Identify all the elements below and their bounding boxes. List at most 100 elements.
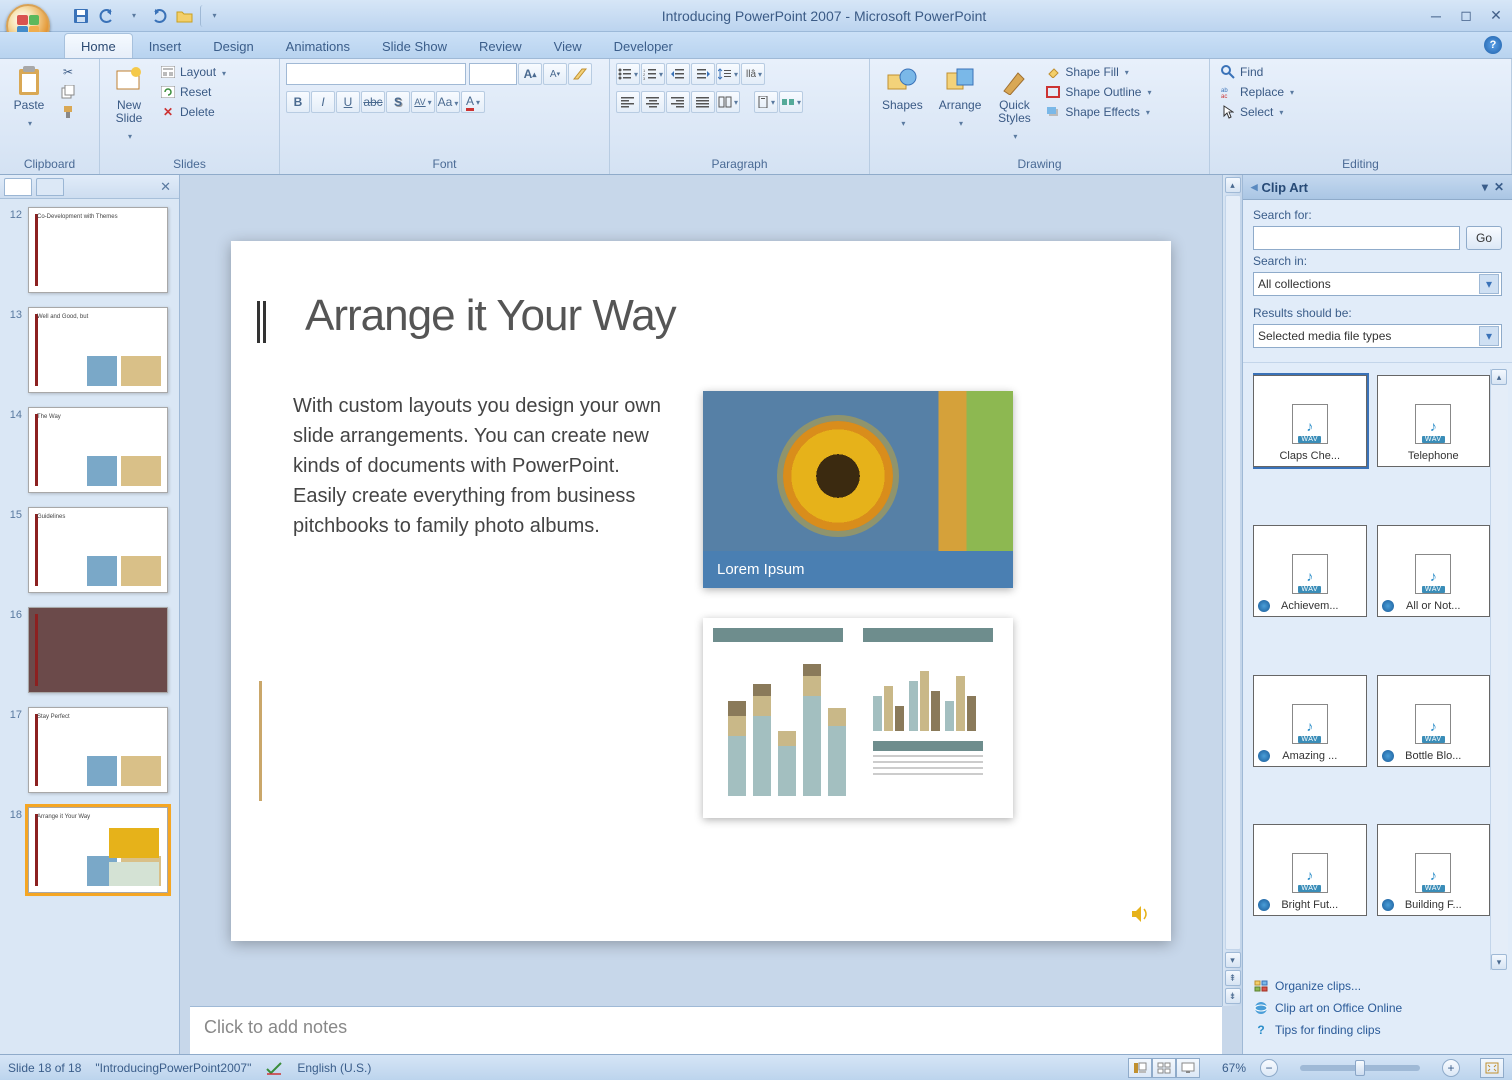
fit-window-button[interactable]	[1480, 1058, 1504, 1078]
replace-button[interactable]: abacReplace	[1216, 83, 1298, 101]
font-size-select[interactable]	[469, 63, 517, 85]
arrange-button[interactable]: Arrange	[933, 63, 988, 131]
slide-canvas[interactable]: Arrange it Your Way With custom layouts …	[231, 241, 1171, 941]
outline-tab[interactable]	[36, 178, 64, 196]
format-painter-button[interactable]	[56, 103, 80, 121]
shape-outline-button[interactable]: Shape Outline	[1041, 83, 1155, 101]
grow-font-button[interactable]: A▴	[518, 63, 542, 85]
layout-button[interactable]: Layout	[156, 63, 230, 81]
qat-customize[interactable]	[200, 5, 222, 27]
prev-slide[interactable]: ⇞	[1225, 970, 1241, 986]
thumbnail-15[interactable]: 15 Guidelines	[4, 507, 175, 593]
thumbnail-16[interactable]: 16	[4, 607, 175, 693]
clip-item-2[interactable]: WAV Achievem...	[1253, 525, 1367, 617]
thumbnail-17[interactable]: 17 Stay Perfect	[4, 707, 175, 793]
search-in-select[interactable]: All collections	[1253, 272, 1502, 296]
office-online-link[interactable]: Clip art on Office Online	[1253, 1000, 1502, 1016]
thumbnail-list[interactable]: 12 Co-Development with Themes 13 Well an…	[0, 199, 179, 1054]
tab-design[interactable]: Design	[197, 34, 269, 58]
thumbnail-14[interactable]: 14 The Way	[4, 407, 175, 493]
copy-button[interactable]	[56, 83, 80, 101]
taskpane-menu[interactable]: ▾	[1482, 180, 1488, 194]
save-icon[interactable]	[70, 5, 92, 27]
justify-button[interactable]	[691, 91, 715, 113]
bullets-button[interactable]	[616, 63, 640, 85]
zoom-in-button[interactable]: +	[1442, 1059, 1460, 1077]
align-center-button[interactable]	[641, 91, 665, 113]
tab-animations[interactable]: Animations	[270, 34, 366, 58]
cut-button[interactable]: ✂	[56, 63, 80, 81]
align-right-button[interactable]	[666, 91, 690, 113]
columns-button[interactable]	[716, 91, 740, 113]
language-status[interactable]: English (U.S.)	[297, 1061, 371, 1075]
bold-button[interactable]: B	[286, 91, 310, 113]
normal-view-button[interactable]	[1128, 1058, 1152, 1078]
smartart-button[interactable]	[779, 91, 803, 113]
new-slide-button[interactable]: New Slide	[106, 63, 152, 144]
tab-review[interactable]: Review	[463, 34, 538, 58]
zoom-thumb[interactable]	[1355, 1060, 1365, 1076]
close-button[interactable]: ✕	[1486, 7, 1506, 25]
zoom-slider[interactable]	[1300, 1065, 1420, 1071]
font-family-select[interactable]	[286, 63, 466, 85]
char-spacing-button[interactable]: AV	[411, 91, 435, 113]
decrease-indent-button[interactable]	[666, 63, 690, 85]
line-spacing-button[interactable]	[716, 63, 740, 85]
text-direction-button[interactable]: llâ	[741, 63, 765, 85]
increase-indent-button[interactable]	[691, 63, 715, 85]
numbering-button[interactable]: 123	[641, 63, 665, 85]
reset-button[interactable]: Reset	[156, 83, 230, 101]
sound-icon[interactable]	[1129, 903, 1151, 925]
next-slide[interactable]: ⇟	[1225, 988, 1241, 1004]
clipart-results[interactable]: WAV Claps Che... WAV Telephone WAV Achie…	[1253, 369, 1490, 970]
spellcheck-icon[interactable]	[265, 1061, 283, 1075]
clipart-scrollbar[interactable]: ▴ ▾	[1490, 369, 1508, 970]
undo-icon[interactable]	[96, 5, 118, 27]
find-button[interactable]: Find	[1216, 63, 1298, 81]
zoom-out-button[interactable]: −	[1260, 1059, 1278, 1077]
clip-item-0[interactable]: WAV Claps Che...	[1253, 375, 1367, 467]
quick-styles-button[interactable]: Quick Styles	[991, 63, 1037, 144]
tips-link[interactable]: ?Tips for finding clips	[1253, 1022, 1502, 1038]
delete-button[interactable]: ✕Delete	[156, 103, 230, 121]
paste-button[interactable]: Paste	[6, 63, 52, 131]
tab-view[interactable]: View	[538, 34, 598, 58]
redo-icon[interactable]	[148, 5, 170, 27]
shrink-font-button[interactable]: A▾	[543, 63, 567, 85]
font-color-button[interactable]: A	[461, 91, 485, 113]
select-button[interactable]: Select	[1216, 103, 1298, 121]
underline-button[interactable]: U	[336, 91, 360, 113]
open-icon[interactable]	[174, 5, 196, 27]
shadow-button[interactable]: S	[386, 91, 410, 113]
thumbnail-13[interactable]: 13 Well and Good, but	[4, 307, 175, 393]
shapes-button[interactable]: Shapes	[876, 63, 929, 131]
shape-effects-button[interactable]: Shape Effects	[1041, 103, 1155, 121]
align-left-button[interactable]	[616, 91, 640, 113]
scroll-down[interactable]: ▾	[1225, 952, 1241, 968]
scroll-track[interactable]	[1225, 195, 1241, 950]
tab-developer[interactable]: Developer	[598, 34, 689, 58]
clip-item-7[interactable]: WAV Building F...	[1377, 824, 1491, 916]
scroll-up[interactable]: ▴	[1225, 177, 1241, 193]
organize-clips-link[interactable]: Organize clips...	[1253, 978, 1502, 994]
zoom-percent[interactable]: 67%	[1222, 1061, 1246, 1075]
clip-item-5[interactable]: WAV Bottle Blo...	[1377, 675, 1491, 767]
thumbnail-close[interactable]: ✕	[156, 179, 175, 195]
minimize-button[interactable]: ─	[1426, 7, 1446, 25]
clear-format-button[interactable]	[568, 63, 592, 85]
go-button[interactable]: Go	[1466, 226, 1502, 250]
notes-pane[interactable]: Click to add notes	[190, 1006, 1222, 1054]
clip-item-1[interactable]: WAV Telephone	[1377, 375, 1491, 467]
help-button[interactable]: ?	[1484, 36, 1502, 54]
clip-item-3[interactable]: WAV All or Not...	[1377, 525, 1491, 617]
slides-tab[interactable]	[4, 178, 32, 196]
tab-home[interactable]: Home	[64, 33, 133, 58]
strike-button[interactable]: abc	[361, 91, 385, 113]
taskpane-close[interactable]: ✕	[1494, 180, 1504, 194]
tab-slideshow[interactable]: Slide Show	[366, 34, 463, 58]
thumbnail-18[interactable]: 18 Arrange it Your Way	[4, 807, 175, 893]
clip-item-6[interactable]: WAV Bright Fut...	[1253, 824, 1367, 916]
sorter-view-button[interactable]	[1152, 1058, 1176, 1078]
clip-item-4[interactable]: WAV Amazing ...	[1253, 675, 1367, 767]
maximize-button[interactable]: ◻	[1456, 7, 1476, 25]
